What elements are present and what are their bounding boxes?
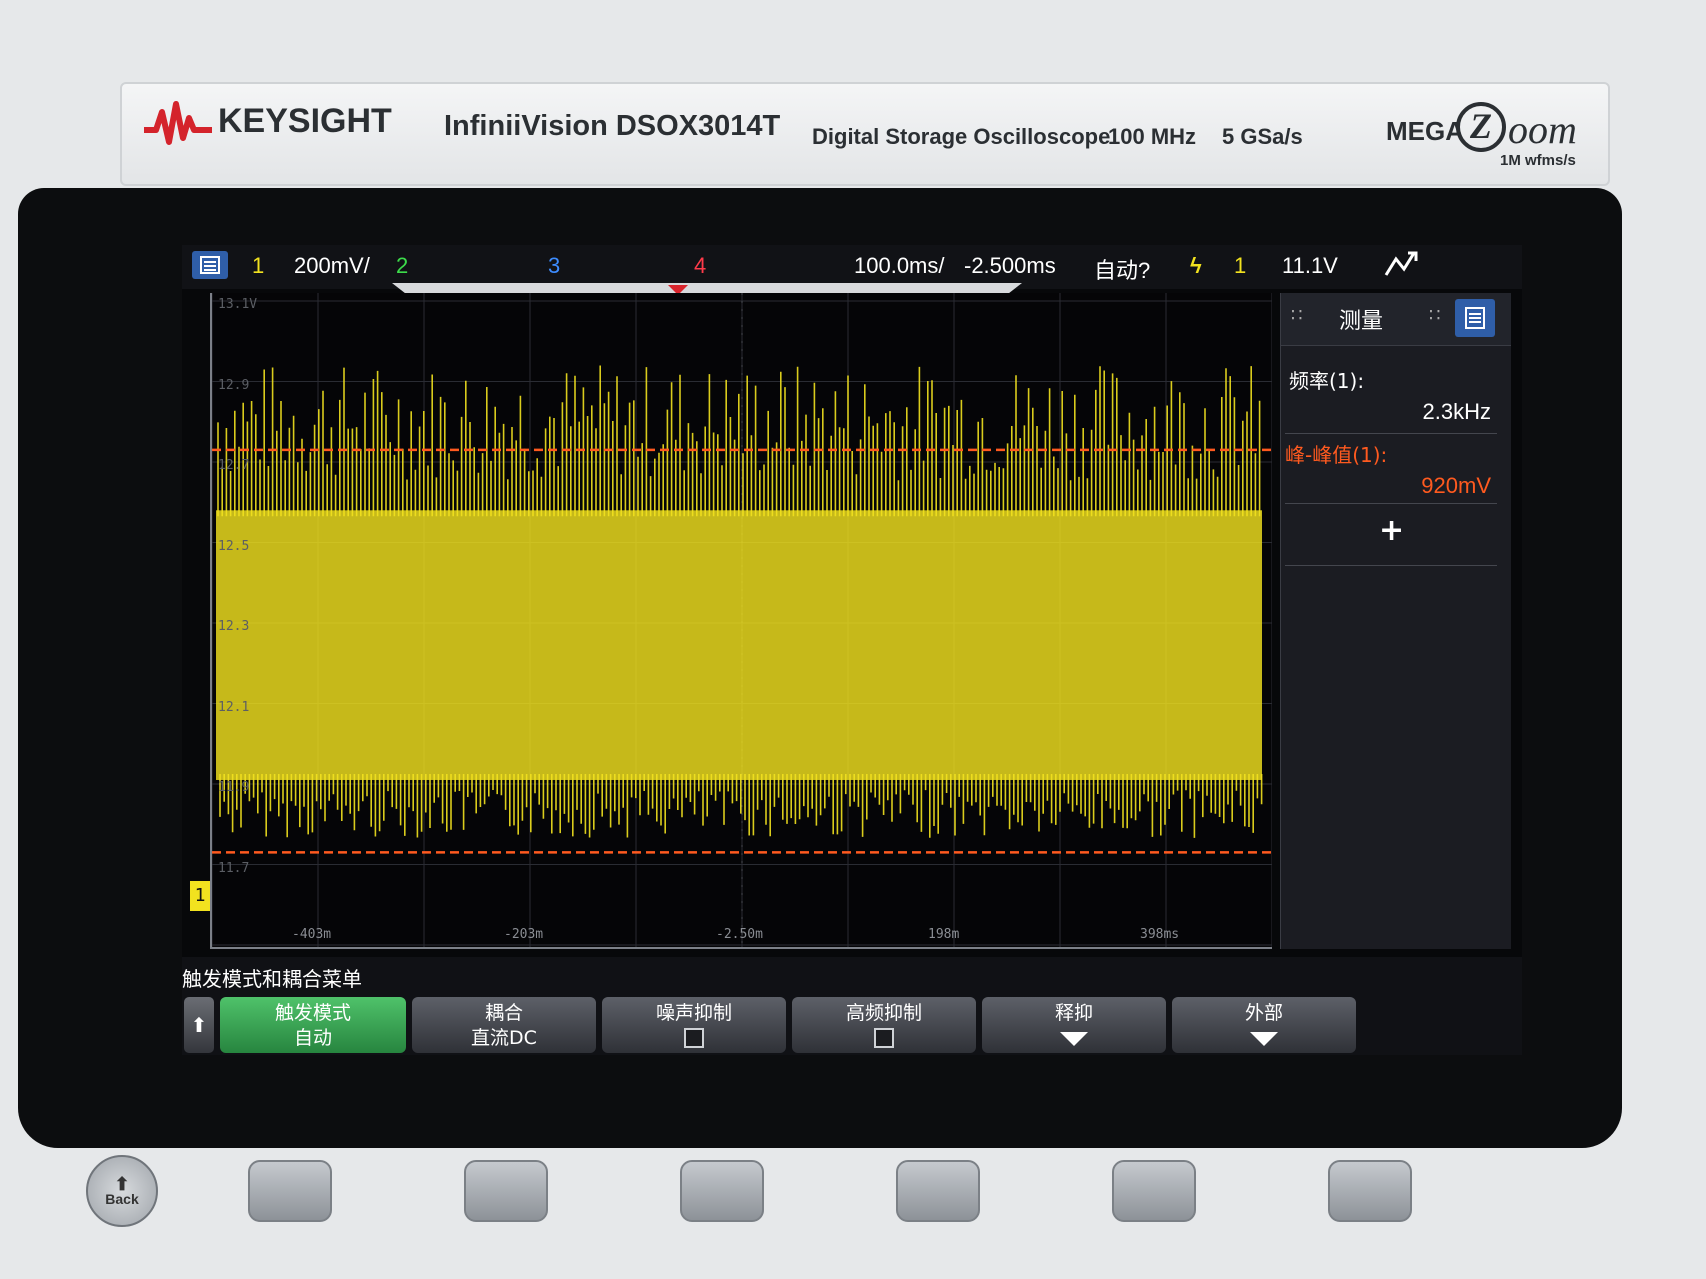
waveform-area[interactable]: 13.1V 12.9 12.7 12.5 12.3 12.1 11.9 11.7 -403m -… [190, 293, 1273, 949]
measurement-divider [1285, 433, 1497, 434]
ch1-scale[interactable]: 200mV/ [294, 253, 370, 279]
peak-to-peak-label: 峰-峰值(1): [1285, 443, 1388, 467]
main-menu-icon[interactable] [192, 251, 228, 279]
ch1-ground-marker[interactable]: 1 [190, 881, 210, 911]
softkey-hardware-button-4[interactable] [896, 1160, 980, 1222]
keysight-logo-icon [144, 101, 212, 145]
softkey-holdoff[interactable]: 释抑 [982, 997, 1166, 1053]
trigger-channel[interactable]: 1 [1234, 253, 1246, 279]
softkey-value: 直流DC [471, 1027, 537, 1049]
softkey-coupling[interactable]: 耦合直流DC [412, 997, 596, 1053]
x-axis-label: -2.50m [716, 927, 763, 942]
frequency-label: 频率(1): [1289, 369, 1365, 393]
peak-to-peak-value: 920mV [1421, 473, 1491, 498]
drag-handle-icon[interactable]: ∷ [1291, 305, 1302, 326]
softkey-label: 耦合 [484, 1002, 523, 1024]
softkey-hardware-button-1[interactable] [248, 1160, 332, 1222]
y-axis-label: 12.7 [218, 458, 250, 473]
softkey-hardware-button-5[interactable] [1112, 1160, 1196, 1222]
y-axis-label: 12.1 [218, 699, 250, 715]
softkey-label: 高频抑制 [845, 1002, 922, 1024]
timebase-scale[interactable]: 100.0ms/ [854, 253, 945, 279]
trigger-mode[interactable]: 自动? [1094, 253, 1150, 285]
run-mode-icon [1382, 249, 1422, 287]
frequency-value: 2.3kHz [1422, 399, 1491, 424]
measurement-panel-header: ∷ 测量 ∷ [1281, 293, 1511, 346]
softkey-hardware-button-3[interactable] [680, 1160, 764, 1222]
measurement-divider [1285, 565, 1497, 566]
front-panel-header: KEYSIGHT InfiniiVision DSOX3014T Digital… [120, 82, 1610, 186]
megazoom-z-icon: Z [1456, 102, 1506, 152]
softkey-hf-reject[interactable]: 高频抑制 [792, 997, 976, 1053]
megazoom-suffix: oom [1508, 107, 1577, 152]
trigger-edge-icon: ϟ [1190, 253, 1202, 278]
x-axis-label: -203m [504, 927, 544, 942]
arrow-down-icon [1060, 1032, 1088, 1046]
y-axis-label: 11.9 [218, 780, 250, 795]
softkey-label: 触发模式 [274, 1002, 351, 1024]
softkey-external[interactable]: 外部 [1172, 997, 1356, 1053]
ch1-indicator[interactable]: 1 [252, 253, 264, 279]
panel-menu-icon[interactable] [1455, 299, 1495, 337]
softkey-value: 自动 [293, 1027, 332, 1049]
back-arrow-icon: ⬆ [114, 1174, 130, 1194]
softkey-menu: 触发模式和耦合菜单 ⬆ 触发模式自动 耦合直流DC 噪声抑制 高频抑制 释抑 外… [182, 957, 1522, 1055]
ch1-signal-band [216, 510, 1262, 780]
x-axis-label: 398ms [1140, 927, 1180, 942]
drag-handle-icon[interactable]: ∷ [1429, 305, 1440, 326]
brand-name: KEYSIGHT [218, 102, 392, 140]
noise-reject-checkbox[interactable] [684, 1028, 704, 1048]
y-axis-label: 12.9 [218, 377, 250, 393]
softkey-trigger-mode[interactable]: 触发模式 自动 [220, 997, 406, 1053]
arrow-down-icon [1250, 1032, 1278, 1046]
waveform-rate: 1M wfms/s [1500, 152, 1576, 169]
y-axis-label: 12.5 [218, 538, 250, 554]
ch3-indicator[interactable]: 3 [548, 253, 560, 279]
back-button[interactable]: ⬆ Back [86, 1155, 158, 1227]
x-axis-label: 198m [928, 927, 960, 942]
softkey-hardware-button-6[interactable] [1328, 1160, 1412, 1222]
sample-rate-label: 5 GSa/s [1222, 124, 1303, 149]
back-label: Back [105, 1191, 139, 1207]
softkey-hardware-button-2[interactable] [464, 1160, 548, 1222]
measurement-panel-title: 测量 [1339, 309, 1384, 334]
softkey-noise-reject[interactable]: 噪声抑制 [602, 997, 786, 1053]
measurement-panel: ∷ 测量 ∷ 频率(1): 2.3kHz 峰-峰值(1): 920mV + [1280, 293, 1511, 949]
softkey-label: 外部 [1244, 1002, 1283, 1024]
x-axis-label: -403m [292, 927, 332, 942]
y-axis-label: 13.1V [218, 297, 258, 312]
trigger-level[interactable]: 11.1V [1282, 253, 1338, 279]
add-measurement-button[interactable]: + [1379, 513, 1404, 548]
oscilloscope-screen: 1 200mV/ 2 3 4 100.0ms/ -2.500ms 自动? ϟ 1… [182, 245, 1522, 1055]
model-description: Digital Storage Oscilloscope [812, 124, 1111, 149]
measurement-divider [1285, 503, 1497, 504]
hf-reject-checkbox[interactable] [874, 1028, 894, 1048]
bandwidth-label: 100 MHz [1108, 124, 1197, 149]
ch4-indicator[interactable]: 4 [694, 253, 706, 279]
softkey-menu-title: 触发模式和耦合菜单 [182, 967, 362, 991]
time-delay[interactable]: -2.500ms [964, 253, 1056, 279]
model-name: InfiniiVision DSOX3014T [444, 110, 781, 142]
y-axis-label: 12.3 [218, 619, 250, 634]
ch2-indicator[interactable]: 2 [396, 253, 408, 279]
softkey-label: 噪声抑制 [655, 1002, 732, 1024]
menu-up-button[interactable]: ⬆ [184, 997, 214, 1053]
softkey-label: 释抑 [1054, 1002, 1093, 1024]
waveform-display [211, 293, 1273, 947]
megazoom-logo: MEGA [1386, 116, 1464, 146]
y-axis-label: 11.7 [218, 860, 250, 876]
